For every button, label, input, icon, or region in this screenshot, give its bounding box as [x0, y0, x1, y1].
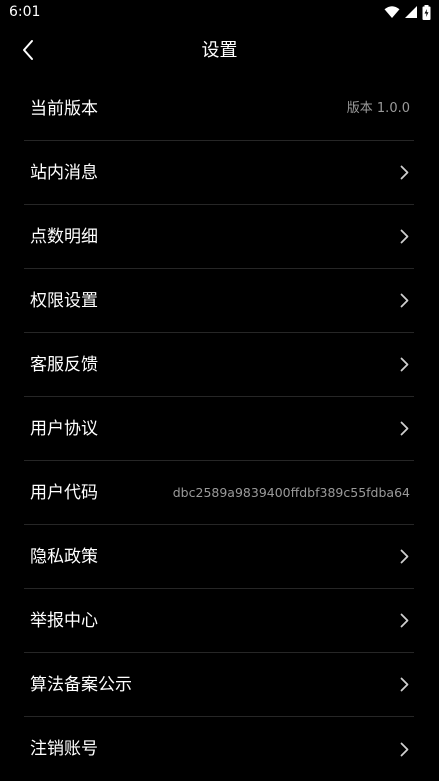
settings-item-algorithm-filing[interactable]: 算法备案公示: [24, 653, 414, 717]
settings-item-permissions[interactable]: 权限设置: [24, 269, 414, 333]
settings-item-label: 客服反馈: [30, 354, 98, 375]
settings-item-label: 站内消息: [30, 162, 98, 183]
status-icons: [384, 4, 431, 20]
chevron-right-icon: [396, 677, 414, 693]
settings-item-label: 举报中心: [30, 610, 98, 631]
page-title: 设置: [201, 40, 238, 61]
wifi-icon: [384, 5, 400, 19]
chevron-right-icon: [396, 229, 414, 245]
settings-item-delete-account[interactable]: 注销账号: [24, 717, 414, 781]
settings-item-label: 用户代码: [30, 482, 98, 503]
status-time: 6:01: [9, 4, 41, 20]
settings-item-privacy-policy[interactable]: 隐私政策: [24, 525, 414, 589]
version-value: 版本 1.0.0: [346, 101, 410, 116]
settings-item-label: 注销账号: [30, 739, 98, 759]
user-code-value: dbc2589a9839400ffdbf389c55fdba64: [172, 484, 410, 500]
settings-item-feedback[interactable]: 客服反馈: [24, 333, 414, 397]
chevron-right-icon: [396, 357, 414, 373]
settings-item-label: 用户协议: [30, 418, 98, 439]
settings-item-label: 权限设置: [30, 290, 98, 311]
settings-item-label: 当前版本: [30, 99, 98, 119]
settings-item-messages[interactable]: 站内消息: [24, 141, 414, 205]
app-bar: 设置: [0, 26, 439, 78]
settings-item-label: 点数明细: [30, 226, 98, 247]
chevron-right-icon: [396, 549, 414, 565]
chevron-right-icon: [396, 741, 414, 757]
settings-list: 当前版本 版本 1.0.0 站内消息 点数明细 权限设置 客服反馈 用户协议 用…: [24, 78, 414, 781]
settings-item-label: 隐私政策: [30, 546, 98, 567]
battery-icon: [422, 4, 431, 20]
settings-item-user-agreement[interactable]: 用户协议: [24, 397, 414, 461]
settings-item-user-code[interactable]: 用户代码 dbc2589a9839400ffdbf389c55fdba64: [24, 461, 414, 525]
settings-item-label: 算法备案公示: [30, 674, 132, 695]
chevron-right-icon: [396, 165, 414, 181]
settings-item-points-detail[interactable]: 点数明细: [24, 205, 414, 269]
settings-item-report-center[interactable]: 举报中心: [24, 589, 414, 653]
chevron-right-icon: [396, 613, 414, 629]
chevron-right-icon: [396, 293, 414, 309]
cell-signal-icon: [404, 5, 418, 19]
chevron-right-icon: [396, 421, 414, 437]
settings-item-current-version[interactable]: 当前版本 版本 1.0.0: [24, 78, 414, 141]
status-bar: 6:01: [0, 0, 439, 26]
